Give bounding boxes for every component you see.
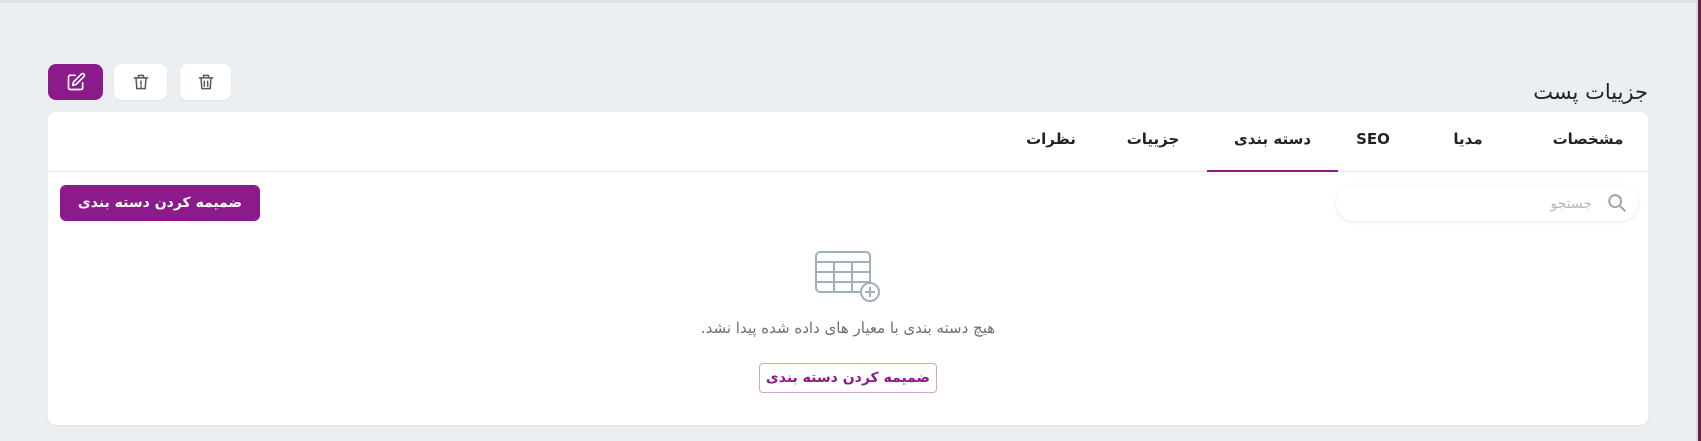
tab-bar: مشخصات مدیا SEO دسته بندی جزییات نظرات (48, 112, 1648, 172)
attach-category-link-button[interactable]: ضمیمه کردن دسته بندی (759, 363, 937, 393)
search-icon (1608, 194, 1626, 212)
archive-alert-icon (133, 74, 148, 90)
trash-icon (198, 74, 213, 90)
table-add-icon (815, 251, 880, 302)
tab-details[interactable]: جزییات (1118, 112, 1188, 171)
edit-icon (67, 72, 85, 91)
empty-state-message: هیچ دسته بندی با معیار های داده شده پیدا… (700, 319, 996, 337)
content-card: مشخصات مدیا SEO دسته بندی جزییات نظرات ض… (48, 112, 1648, 425)
search-box[interactable] (1336, 185, 1638, 223)
edit-button[interactable] (48, 64, 103, 100)
archive-button[interactable] (114, 64, 167, 100)
tab-media[interactable]: مدیا (1438, 112, 1498, 171)
tab-comments[interactable]: نظرات (1016, 112, 1086, 171)
tab-seo[interactable]: SEO (1348, 112, 1398, 171)
attach-category-button[interactable]: ضمیمه کردن دسته بندی (60, 185, 260, 221)
search-input[interactable] (1350, 185, 1594, 223)
delete-button[interactable] (180, 64, 231, 100)
tab-categories[interactable]: دسته بندی (1207, 112, 1338, 172)
top-border (0, 0, 1701, 3)
page-title: جزییات پست (1533, 80, 1648, 105)
tab-specs[interactable]: مشخصات (1548, 112, 1628, 171)
